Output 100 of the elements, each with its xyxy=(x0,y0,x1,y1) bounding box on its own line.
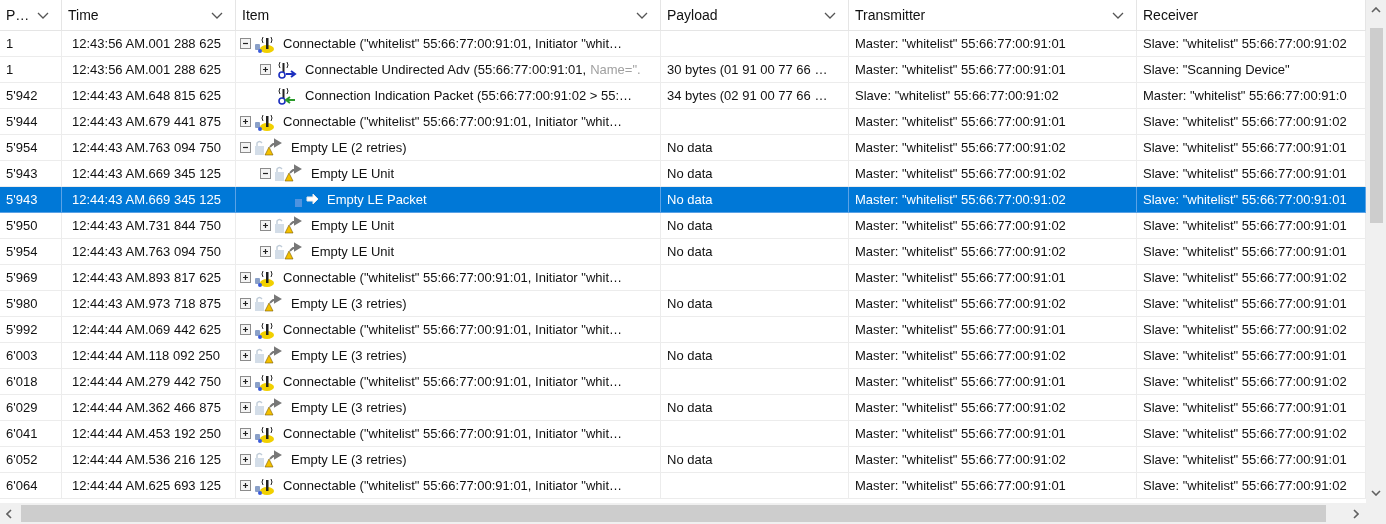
lock-warning-icon xyxy=(255,398,283,417)
item-text: Connectable ("whitelist" 55:66:77:00:91:01, Initiator "whit… xyxy=(283,112,623,131)
table-row[interactable]: 6'029 12:44:44 AM.362 466 875 Empty LE (3 retries) No data Master: "whitelist" 55:66:77:00:91:02 Slave: "whitelist" 55:66:77:00:91:01 xyxy=(0,395,1366,421)
table-cell-text: Slave: "whitelist" 55:66:77:00:91:01 xyxy=(1143,242,1347,261)
table-cell-text: Master: "whitelist" 55:66:77:00:91:02 xyxy=(855,242,1066,261)
lock-warning-icon xyxy=(275,216,303,235)
table-cell-text: Master: "whitelist" 55:66:77:00:91:01 xyxy=(855,476,1066,495)
item-text: Connectable ("whitelist" 55:66:77:00:91:01, Initiator "whit… xyxy=(283,476,623,495)
table-cell-text: No data xyxy=(667,294,713,313)
table-cell-text: 5'942 xyxy=(6,86,38,105)
scrollbar-thumb[interactable] xyxy=(1369,28,1383,223)
table-cell-text: 12:44:44 AM.118 092 250 xyxy=(72,346,220,365)
table-cell-text: 12:44:43 AM.893 817 625 xyxy=(72,268,221,287)
table-row[interactable]: 5'954 12:44:43 AM.763 094 750 Empty LE Unit No data Master: "whitelist" 55:66:77:00:91:02 Slave: "whitelist" 55:66:77:00:91:01 xyxy=(0,239,1366,265)
expand-icon[interactable] xyxy=(240,324,251,335)
table-row[interactable]: 5'980 12:44:43 AM.973 718 875 Empty LE (3 retries) No data Master: "whitelist" 55:66:77:00:91:02 Slave: "whitelist" 55:66:77:00:91:01 xyxy=(0,291,1366,317)
table-cell-text: 5'954 xyxy=(6,138,38,157)
antenna-icon xyxy=(255,112,275,131)
table-row[interactable]: 6'052 12:44:44 AM.536 216 125 Empty LE (3 retries) No data Master: "whitelist" 55:66:77:00:91:02 Slave: "whitelist" 55:66:77:00:91:01 xyxy=(0,447,1366,473)
antenna-icon xyxy=(255,320,275,339)
lock-warning-icon xyxy=(275,242,303,261)
lock-warning-icon xyxy=(255,346,283,365)
scroll-up-icon[interactable] xyxy=(1371,7,1381,13)
table-cell-text: No data xyxy=(667,398,713,417)
table-row[interactable]: 5'942 12:44:43 AM.648 815 625 Connection Indication Packet (55:66:77:00:91:02 > 55:… 34 bytes (02 91 00 77 66 … Slave: "whitelist" 55:66:77:00:91:02 Master: "whitelist" 55:66:77:00:91:0 xyxy=(0,83,1366,109)
collapse-icon[interactable] xyxy=(240,38,251,49)
collapse-icon[interactable] xyxy=(240,142,251,153)
table-cell-text: Master: "whitelist" 55:66:77:00:91:01 xyxy=(855,424,1066,443)
item-text: Connectable Undirected Adv (55:66:77:00:91:01, xyxy=(305,60,587,79)
table-row[interactable]: 6'018 12:44:44 AM.279 442 750 Connectable ("whitelist" 55:66:77:00:91:01, Initiator "whit… Master: "whitelist" 55:66:77:00:91:01 Slave: "whitelist" 55:66:77:00:91:02 xyxy=(0,369,1366,395)
collapse-icon[interactable] xyxy=(260,168,271,179)
expand-icon[interactable] xyxy=(240,454,251,465)
lock-warning-icon xyxy=(275,164,303,183)
expand-icon[interactable] xyxy=(240,116,251,127)
expand-icon[interactable] xyxy=(260,246,271,257)
antenna-icon xyxy=(255,424,275,443)
item-text: Empty LE (3 retries) xyxy=(291,346,407,365)
table-cell-text: 12:44:43 AM.763 094 750 xyxy=(72,138,221,157)
table-cell-text: 6'029 xyxy=(6,398,38,417)
table-cell-text: 5'943 xyxy=(6,190,38,209)
table-cell-text: Slave: "whitelist" 55:66:77:00:91:01 xyxy=(1143,346,1347,365)
table-cell-text: Master: "whitelist" 55:66:77:00:91:01 xyxy=(855,60,1066,79)
table-cell-text: No data xyxy=(667,346,713,365)
expand-icon[interactable] xyxy=(260,220,271,231)
table-cell-text: Master: "whitelist" 55:66:77:00:91:02 xyxy=(855,450,1066,469)
item-text: Empty LE Unit xyxy=(311,216,395,235)
table-row[interactable]: 6'064 12:44:44 AM.625 693 125 Connectable ("whitelist" 55:66:77:00:91:01, Initiator "whit… Master: "whitelist" 55:66:77:00:91:01 Slave: "whitelist" 55:66:77:00:91:02 xyxy=(0,473,1366,499)
table-cell-text: 12:43:56 AM.001 288 625 xyxy=(72,60,221,79)
item-text: Empty LE (2 retries) xyxy=(291,138,407,157)
table-cell-text: Slave: "whitelist" 55:66:77:00:91:02 xyxy=(1143,268,1347,287)
expand-icon[interactable] xyxy=(240,428,251,439)
scroll-down-icon[interactable] xyxy=(1371,490,1381,496)
table-cell-text: Master: "whitelist" 55:66:77:00:91:02 xyxy=(855,164,1066,183)
table-cell-text: 12:44:44 AM.536 216 125 xyxy=(72,450,221,469)
table-row[interactable]: 5'944 12:44:43 AM.679 441 875 Connectable ("whitelist" 55:66:77:00:91:01, Initiator "whit… Master: "whitelist" 55:66:77:00:91:01 Slave: "whitelist" 55:66:77:00:91:02 xyxy=(0,109,1366,135)
table-cell-text: 30 bytes (01 91 00 77 66 … xyxy=(667,60,828,79)
selected-row[interactable]: 5'943 12:44:43 AM.669 345 125 Empty LE Packet No data Master: "whitelist" 55:66:77:00:91:02 Slave: "whitelist" 55:66:77:00:91:01 xyxy=(0,187,1366,213)
expand-icon[interactable] xyxy=(240,480,251,491)
table-row[interactable]: 1 12:43:56 AM.001 288 625 Connectable Undirected Adv (55:66:77:00:91:01, Name=". 30 bytes (01 91 00 77 66 … Master: "whitelist" 55:66:77:00:91:01 Slave: "Scanning Device" xyxy=(0,57,1366,83)
table-cell-text: Slave: "whitelist" 55:66:77:00:91:02 xyxy=(1143,424,1347,443)
table-row[interactable]: 6'041 12:44:44 AM.453 192 250 Connectable ("whitelist" 55:66:77:00:91:01, Initiator "whit… Master: "whitelist" 55:66:77:00:91:01 Slave: "whitelist" 55:66:77:00:91:02 xyxy=(0,421,1366,447)
table-cell-text: 6'064 xyxy=(6,476,38,495)
table-cell-text: No data xyxy=(667,216,713,235)
table-row[interactable]: 6'003 12:44:44 AM.118 092 250 Empty LE (3 retries) No data Master: "whitelist" 55:66:77:00:91:02 Slave: "whitelist" 55:66:77:00:91:01 xyxy=(0,343,1366,369)
table-row[interactable]: 5'954 12:44:43 AM.763 094 750 Empty LE (2 retries) No data Master: "whitelist" 55:66:77:00:91:02 Slave: "whitelist" 55:66:77:00:91:01 xyxy=(0,135,1366,161)
scroll-left-icon[interactable] xyxy=(6,508,12,519)
scroll-right-icon[interactable] xyxy=(1353,508,1359,519)
expand-icon[interactable] xyxy=(240,272,251,283)
table-cell-text: Master: "whitelist" 55:66:77:00:91:02 xyxy=(855,138,1066,157)
table-cell-text: No data xyxy=(667,242,713,261)
item-text: Empty LE Unit xyxy=(311,164,395,183)
table-cell-text: No data xyxy=(667,450,713,469)
lock-warning-icon xyxy=(255,138,283,157)
lock-warning-icon xyxy=(255,450,283,469)
scrollbar-thumb[interactable] xyxy=(21,505,1326,522)
expand-icon[interactable] xyxy=(240,376,251,387)
expand-icon[interactable] xyxy=(240,402,251,413)
table-cell-text: 12:44:43 AM.648 815 625 xyxy=(72,86,221,105)
expand-icon[interactable] xyxy=(240,350,251,361)
table-cell-text: Slave: "whitelist" 55:66:77:00:91:01 xyxy=(1143,190,1347,209)
vertical-scrollbar[interactable] xyxy=(1366,0,1386,503)
chevron-down-icon xyxy=(211,11,223,19)
item-text: Connectable ("whitelist" 55:66:77:00:91:01, Initiator "whit… xyxy=(283,34,623,53)
table-cell-text: Slave: "whitelist" 55:66:77:00:91:01 xyxy=(1143,450,1347,469)
horizontal-scrollbar[interactable] xyxy=(0,503,1386,524)
table-cell-text: Master: "whitelist" 55:66:77:00:91:01 xyxy=(855,320,1066,339)
table-cell-text: Slave: "whitelist" 55:66:77:00:91:02 xyxy=(1143,476,1347,495)
table-row[interactable]: 5'992 12:44:44 AM.069 442 625 Connectable ("whitelist" 55:66:77:00:91:01, Initiator "whit… Master: "whitelist" 55:66:77:00:91:01 Slave: "whitelist" 55:66:77:00:91:02 xyxy=(0,317,1366,343)
expand-icon[interactable] xyxy=(240,298,251,309)
item-text: Empty LE (3 retries) xyxy=(291,450,407,469)
table-cell-text: 12:44:44 AM.625 693 125 xyxy=(72,476,221,495)
table-cell-text: 1 xyxy=(6,60,14,79)
table-row[interactable]: 1 12:43:56 AM.001 288 625 Connectable ("whitelist" 55:66:77:00:91:01, Initiator "whit… Master: "whitelist" 55:66:77:00:91:01 Slave: "whitelist" 55:66:77:00:91:02 xyxy=(0,31,1366,57)
antenna-arrow-icon xyxy=(275,60,297,79)
table-cell-text: Slave: "Scanning Device" xyxy=(1143,60,1290,79)
table-cell-text: 12:44:44 AM.279 442 750 xyxy=(72,372,221,391)
table-row[interactable]: 5'950 12:44:43 AM.731 844 750 Empty LE Unit No data Master: "whitelist" 55:66:77:00:91:02 Slave: "whitelist" 55:66:77:00:91:01 xyxy=(0,213,1366,239)
expand-icon[interactable] xyxy=(260,64,271,75)
table-row[interactable]: 5'969 12:44:43 AM.893 817 625 Connectable ("whitelist" 55:66:77:00:91:01, Initiator "whit… Master: "whitelist" 55:66:77:00:91:01 Slave: "whitelist" 55:66:77:00:91:02 xyxy=(0,265,1366,291)
antenna-icon xyxy=(255,268,275,287)
